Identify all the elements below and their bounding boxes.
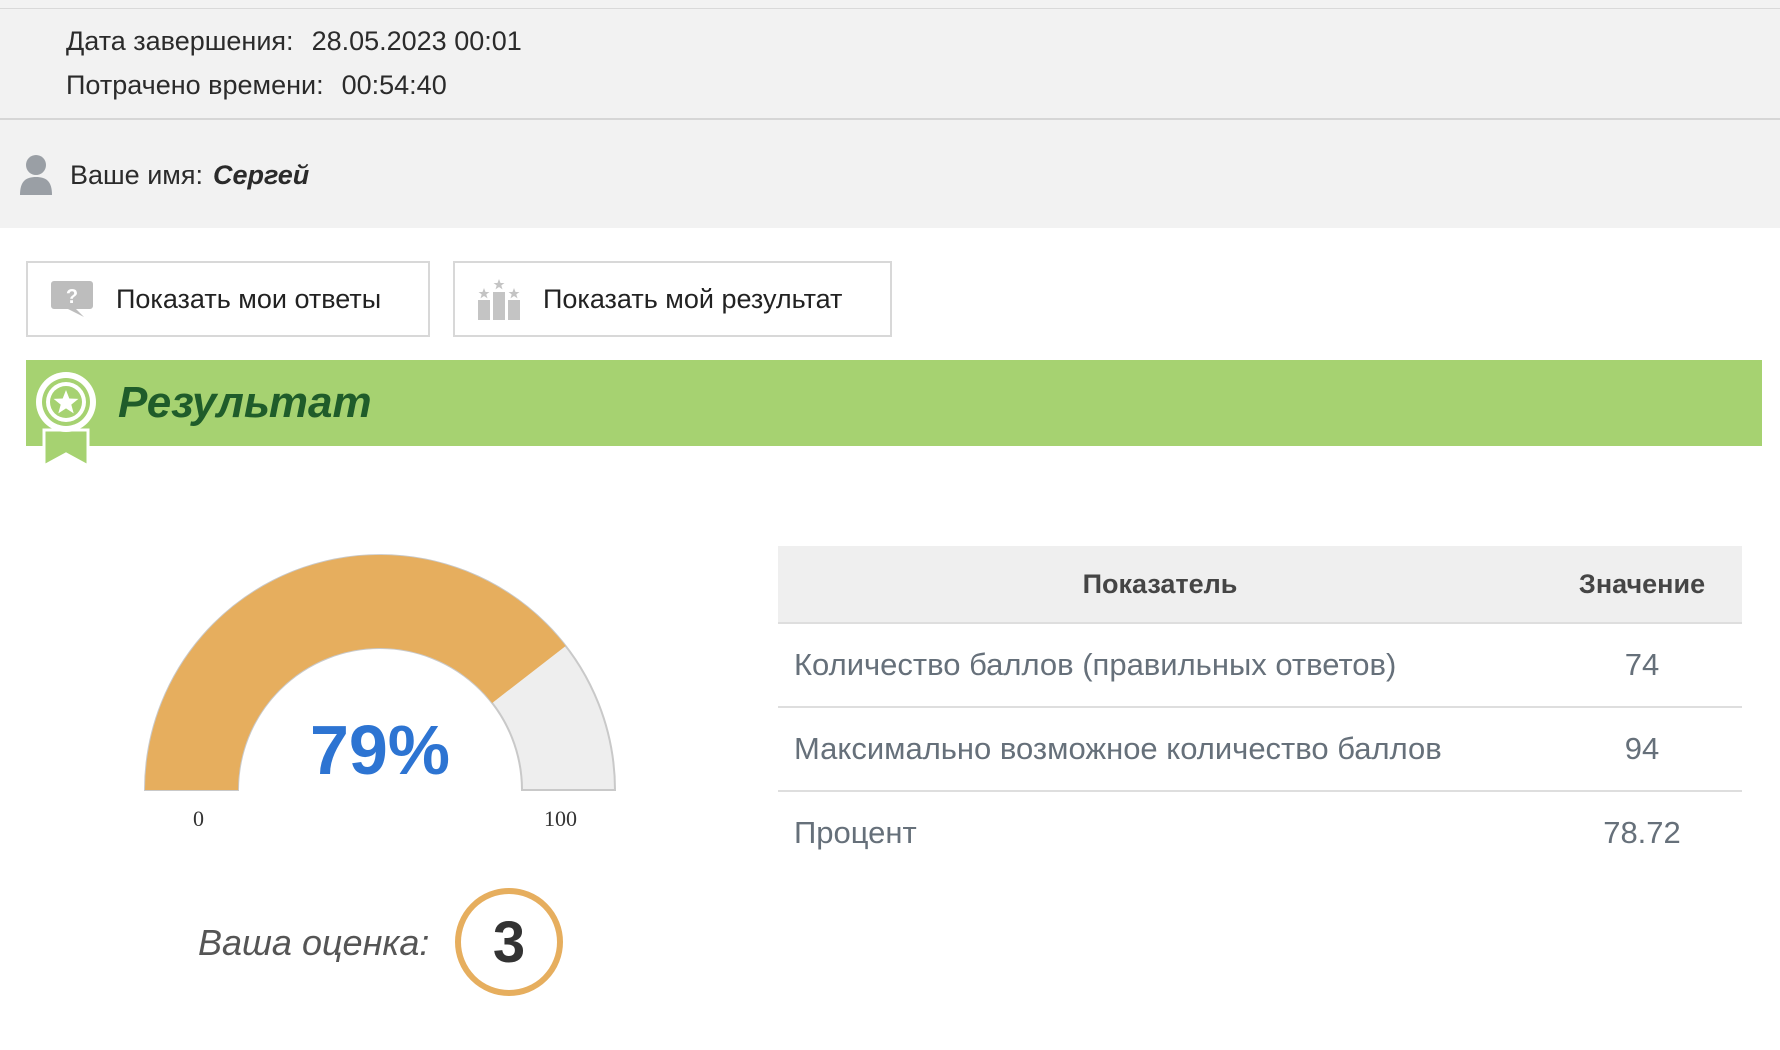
podium-icon [478,279,520,320]
table-row: Процент 78.72 [778,790,1742,874]
finish-date-label: Дата завершения: [66,26,294,56]
result-banner: Результат [26,360,1762,446]
score-percent: 79% [309,711,451,789]
divider [0,118,1780,120]
finish-date-value: 28.05.2023 00:01 [311,26,522,56]
row-value: 94 [1542,706,1742,791]
finish-date-row: Дата завершения: 28.05.2023 00:01 [66,26,522,57]
time-spent-row: Потрачено времени: 00:54:40 [66,70,447,101]
show-answers-label: Показать мои ответы [116,283,382,314]
time-spent-value: 00:54:40 [341,70,447,100]
info-panel: Дата завершения: 28.05.2023 00:01 Потраче… [0,0,1780,228]
column-header-value: Значение [1542,546,1742,623]
score-gauge [143,554,617,791]
table-row: Максимально возможное количество баллов … [778,706,1742,791]
user-row: Ваше имя: Сергей [18,153,309,197]
user-name-value: Сергей [212,159,310,190]
result-title: Результат [118,378,372,427]
column-header-indicator: Показатель [778,546,1542,623]
divider [0,8,1780,9]
show-result-button[interactable]: Показать мой результат [453,261,892,337]
time-spent-label: Потрачено времени: [66,70,324,100]
row-name: Количество баллов (правильных ответов) [778,622,1542,707]
row-name: Процент [778,790,1542,874]
user-name-label: Ваше имя: [70,159,203,190]
table-row: Количество баллов (правильных ответов) 7… [778,622,1742,707]
grade-badge: 3 [455,888,563,996]
grade-label: Ваша оценка: [198,922,430,963]
show-answers-button[interactable]: ? Показать мои ответы [26,261,430,337]
row-name: Максимально возможное количество баллов [778,706,1542,791]
user-icon [18,153,54,197]
award-ribbon-icon [36,372,96,468]
gauge-max-label: 100 [544,806,577,831]
row-value: 78.72 [1542,790,1742,874]
gauge-min-label: 0 [193,806,204,831]
results-table: Показатель Значение Количество баллов (п… [778,546,1742,874]
row-value: 74 [1542,622,1742,707]
question-bubble-icon: ? [51,281,93,317]
svg-text:?: ? [66,286,78,308]
table-header-row: Показатель Значение [778,546,1742,623]
show-result-label: Показать мой результат [543,283,843,314]
